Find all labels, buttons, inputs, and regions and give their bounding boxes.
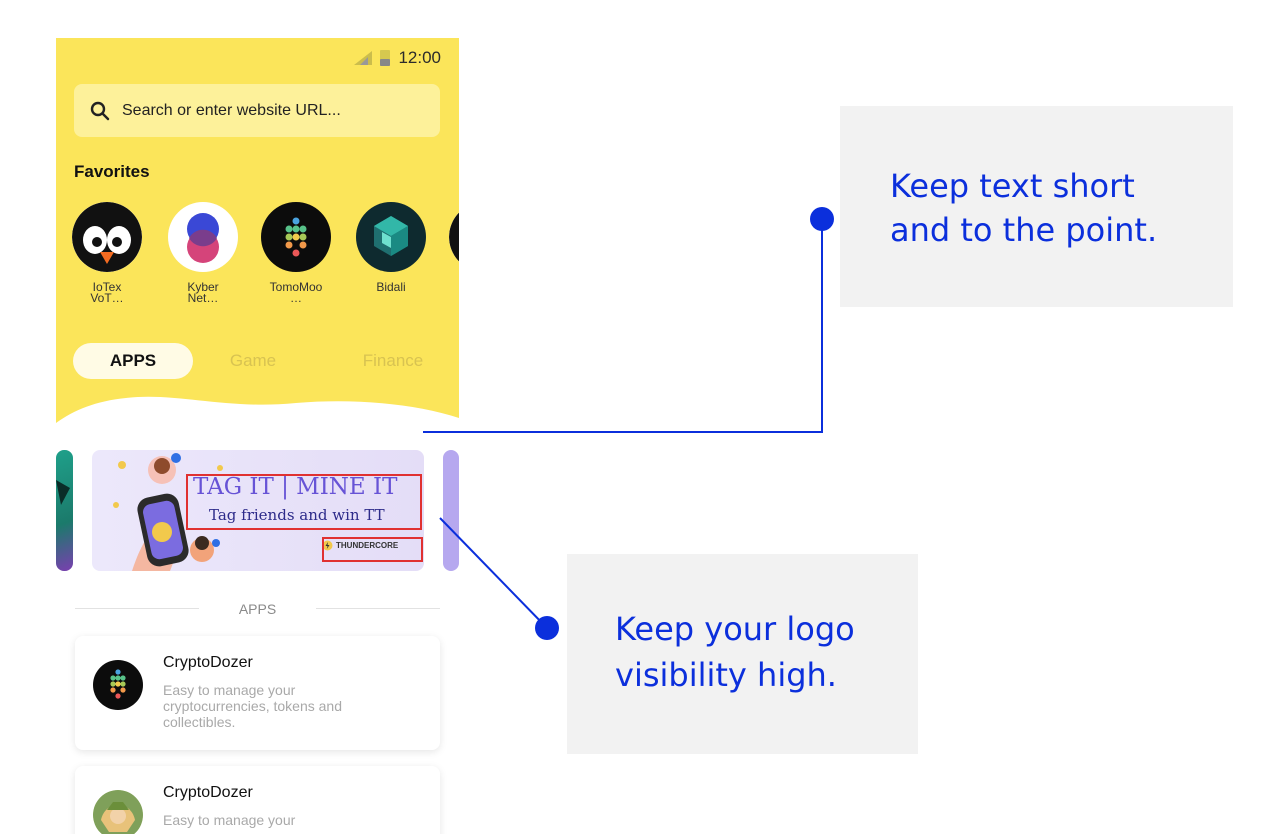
favorite-item-kyber[interactable]: Kyber Net… <box>163 202 243 304</box>
favorite-label: IoTex VoT… <box>90 280 124 305</box>
banner-peek-left[interactable] <box>56 450 73 571</box>
status-time: 12:00 <box>398 48 441 67</box>
favorite-item-bidali[interactable]: Bidali <box>351 202 431 293</box>
favorites-title: Favorites <box>74 162 150 181</box>
tab-apps[interactable]: APPS <box>73 343 193 379</box>
favorite-label: Kyber Net… <box>187 280 219 305</box>
promo-banner[interactable]: TAG IT | MINE IT Tag friends and win TT … <box>92 450 424 571</box>
callout-text-tip: Keep text short and to the point. <box>840 106 1233 307</box>
kyber-icon <box>168 202 238 272</box>
search-icon <box>90 101 110 120</box>
divider-right <box>316 608 440 609</box>
favorite-item-tomomoo[interactable]: TomoMoo … <box>256 202 336 304</box>
callout-text: Keep your logo visibility high. <box>615 610 855 694</box>
signal-icon <box>354 51 373 65</box>
connector-dot-logo <box>535 616 559 640</box>
penguin-icon <box>449 202 459 272</box>
app-icon-warrior <box>93 790 143 834</box>
banner-peek-right[interactable] <box>443 450 459 571</box>
callout-text: Keep text short and to the point. <box>890 167 1158 249</box>
text-highlight-box <box>186 474 422 530</box>
penguin-icon <box>72 202 142 272</box>
app-card[interactable]: CryptoDozer Easy to manage your cryptocu… <box>75 636 440 750</box>
favorite-item-partial[interactable] <box>444 202 459 272</box>
favorite-item-iotex[interactable]: IoTex VoT… <box>67 202 147 304</box>
search-bar[interactable]: Search or enter website URL... <box>74 84 440 137</box>
app-card[interactable]: CryptoDozer Easy to manage your <box>75 766 440 834</box>
favorite-label: TomoMoo … <box>269 280 323 305</box>
bidali-icon <box>356 202 426 272</box>
category-tabs: APPS Game Finance <box>73 343 443 379</box>
status-bar: 12:00 <box>354 48 441 68</box>
connector-dot-text <box>810 207 834 231</box>
tab-finance[interactable]: Finance <box>343 343 443 379</box>
tab-game[interactable]: Game <box>213 343 293 379</box>
logo-highlight-box <box>322 537 423 562</box>
search-input[interactable]: Search or enter website URL... <box>122 102 341 120</box>
battery-icon <box>380 50 391 66</box>
callout-logo-tip: Keep your logo visibility high. <box>567 554 918 754</box>
app-icon-cryptodozer <box>93 660 143 710</box>
app-name: CryptoDozer <box>163 784 253 801</box>
app-description: Easy to manage your cryptocurrencies, to… <box>163 682 342 730</box>
phone-screen: 12:00 Search or enter website URL... Fav… <box>56 38 459 834</box>
connector-line-text <box>423 219 823 433</box>
app-description: Easy to manage your <box>163 812 296 828</box>
dots-icon <box>261 202 331 272</box>
section-label-apps: APPS <box>238 601 277 617</box>
app-name: CryptoDozer <box>163 654 253 671</box>
favorite-label: Bidali <box>376 280 406 294</box>
